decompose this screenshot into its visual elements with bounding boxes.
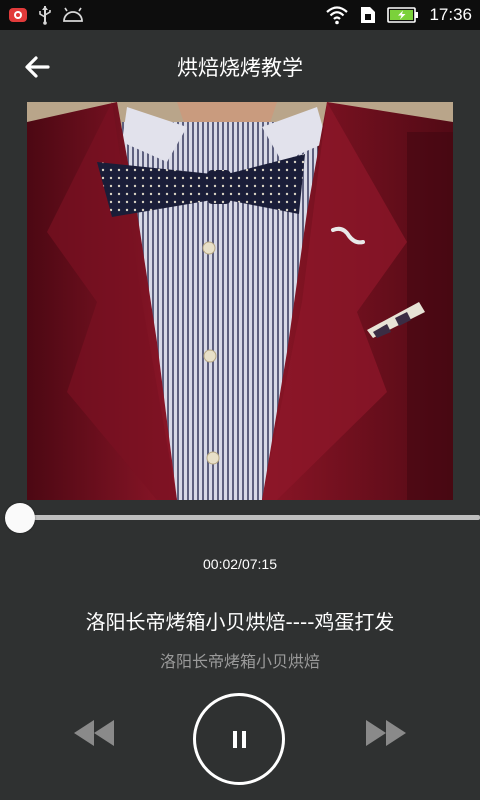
rewind-button[interactable] — [72, 718, 116, 748]
wifi-icon — [326, 6, 349, 25]
fast-forward-icon — [366, 720, 406, 746]
seek-bar-track[interactable] — [18, 515, 480, 520]
rewind-icon — [74, 720, 114, 746]
track-artist: 洛阳长帝烤箱小贝烘焙 — [159, 652, 320, 671]
fast-forward-button[interactable] — [364, 718, 408, 748]
usb-icon — [39, 6, 51, 25]
album-artwork — [27, 102, 453, 500]
artwork-photo — [27, 102, 453, 500]
notification-app-icon — [9, 8, 27, 22]
status-time: 17:36 — [429, 5, 472, 24]
track-title: 洛阳长帝烤箱小贝烘焙----鸡蛋打发 — [85, 610, 395, 634]
playback-timecode: 00:02/07:15 — [203, 556, 277, 572]
app-bar: 烘焙烧烤教学 — [0, 30, 480, 102]
pause-button[interactable] — [193, 693, 285, 785]
android-debug-icon — [63, 7, 83, 22]
status-left-icons — [8, 5, 84, 25]
status-right-icons: 17:36 — [325, 4, 472, 26]
sim-icon — [361, 7, 376, 23]
page-title: 烘焙烧烤教学 — [177, 56, 303, 80]
battery-charging-icon — [387, 7, 419, 23]
status-bar: 17:36 — [0, 0, 480, 30]
pause-icon — [233, 731, 246, 748]
seek-bar-thumb[interactable] — [5, 503, 36, 533]
